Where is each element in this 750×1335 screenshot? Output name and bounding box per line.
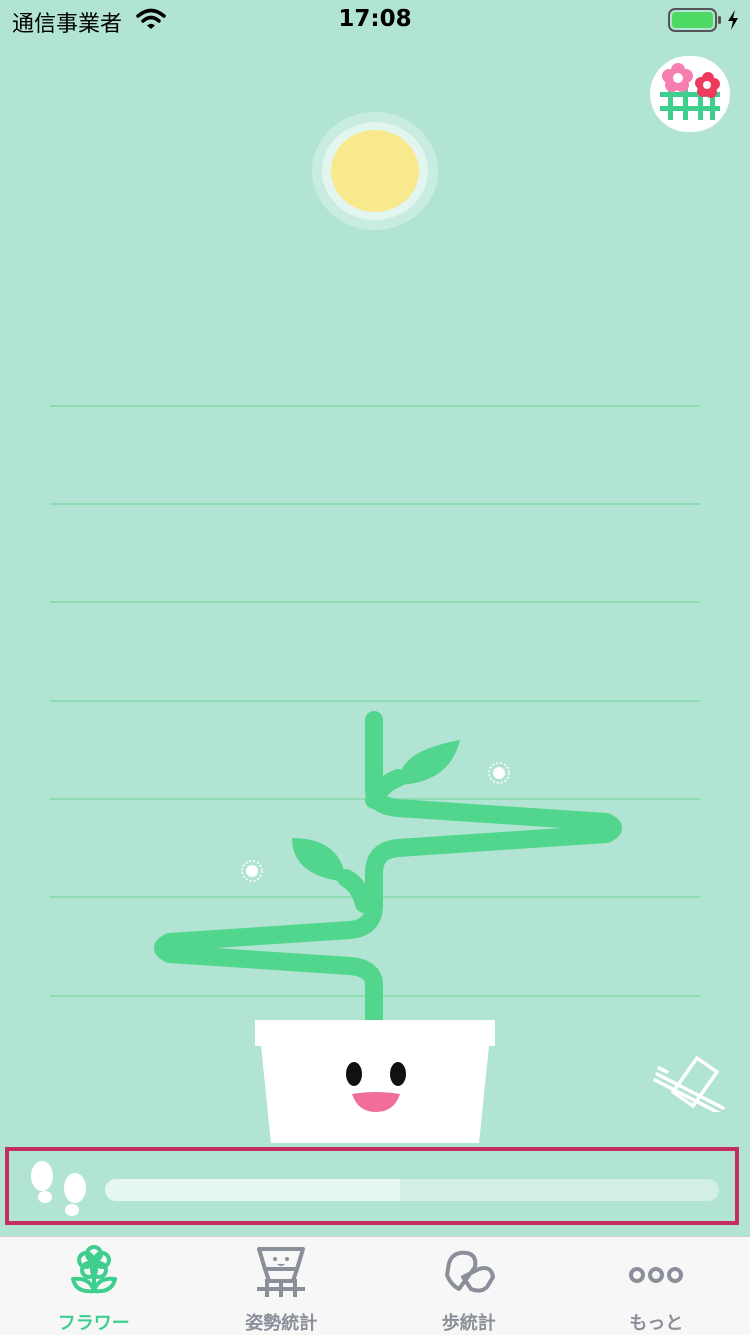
tab-step-stats[interactable]: 歩統計	[375, 1237, 563, 1335]
flower-icon	[68, 1245, 120, 1301]
step-progress-panel	[5, 1147, 739, 1225]
tab-bar: フラワー 姿勢統計 歩統計 もっと	[0, 1236, 750, 1335]
tab-more-label: もっと	[563, 1309, 750, 1335]
posture-stats-icon	[255, 1245, 307, 1301]
step-progress-bar	[105, 1179, 719, 1201]
flower-pot	[0, 0, 750, 1150]
tab-posture-stats[interactable]: 姿勢統計	[188, 1237, 376, 1335]
tab-posture-stats-label: 姿勢統計	[188, 1309, 376, 1335]
rotation-lock-icon[interactable]	[653, 1052, 727, 1112]
tab-flower-label: フラワー	[0, 1309, 188, 1335]
tab-flower[interactable]: フラワー	[0, 1237, 188, 1335]
tab-more[interactable]: もっと	[563, 1237, 750, 1335]
footprints-icon	[27, 1159, 91, 1219]
step-progress-fill	[105, 1179, 400, 1201]
step-stats-icon	[441, 1245, 497, 1301]
tab-step-stats-label: 歩統計	[375, 1309, 563, 1335]
more-icon	[628, 1245, 684, 1301]
